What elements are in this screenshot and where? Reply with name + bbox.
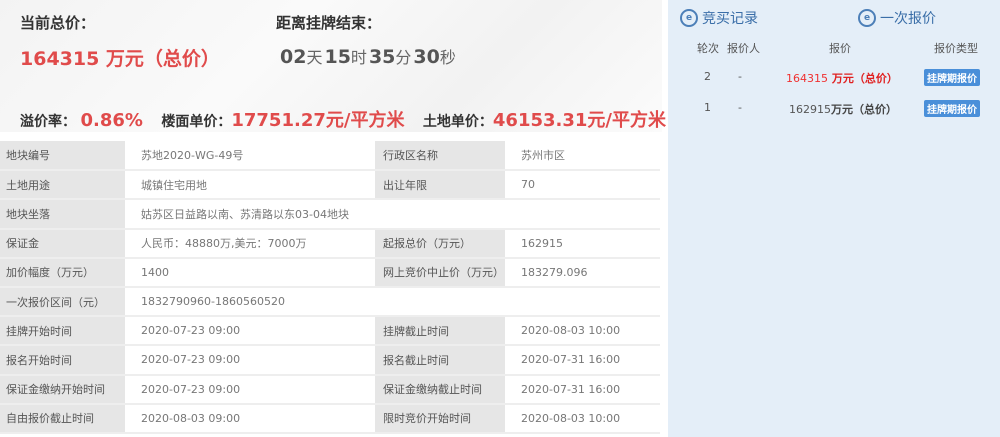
field-value: 2020-07-23 09:00 <box>125 316 375 347</box>
detail-table: 地块编号 苏地2020-WG-49号 行政区名称 苏州市区 土地用途 城镇住宅用地 出让年限… <box>0 141 660 434</box>
bid-type-badge: 挂牌期报价 <box>924 69 980 86</box>
floor-price-label: 楼面单价： <box>161 114 232 130</box>
minutes: 35 <box>368 46 396 68</box>
countdown: 02天 15时 35分 30秒 <box>280 44 458 68</box>
bid-unit: 万元（总价） <box>828 72 898 85</box>
bid-amount: 162915 <box>789 103 831 116</box>
field-value: 1400 <box>125 257 375 288</box>
field-label: 报名截止时间 <box>375 345 505 376</box>
header-bidder: 报价人 <box>727 42 760 55</box>
premium-label: 溢价率： <box>20 114 76 130</box>
days-unit: 天 <box>306 48 323 67</box>
seconds: 30 <box>413 46 440 68</box>
premium-value: 0.86% <box>80 110 143 131</box>
minutes-unit: 分 <box>395 48 412 67</box>
field-label: 保证金缴纳截止时间 <box>375 374 505 405</box>
floor-price-value: 17751.27元/平方米 <box>231 110 405 131</box>
round: 2 <box>704 70 711 83</box>
field-value: 城镇住宅用地 <box>125 170 375 201</box>
tab-bid-records[interactable]: e 竞买记录 <box>680 8 758 28</box>
field-value: 2020-07-23 09:00 <box>125 345 375 376</box>
land-price-value: 46153.31元/平方米 <box>492 110 666 131</box>
field-label: 保证金 <box>0 228 125 259</box>
field-value: 姑苏区日益路以南、苏清路以东03-04地块 <box>125 199 660 230</box>
price-summary: 当前总价： 164315 万元（总价） 距离挂牌结束： 02天 15时 35分 30秒… <box>0 0 666 132</box>
header-price: 报价 <box>829 42 851 55</box>
field-label: 土地用途 <box>0 170 125 201</box>
field-value: 162915 <box>505 228 660 259</box>
header-type: 报价类型 <box>934 42 978 55</box>
seconds-unit: 秒 <box>439 48 456 67</box>
bid-amount: 164315 <box>786 72 828 85</box>
hours-unit: 时 <box>350 48 367 67</box>
bid-unit: 万元（总价） <box>831 103 897 116</box>
field-label: 行政区名称 <box>375 141 505 172</box>
table-row: 保证金缴纳开始时间 2020-07-23 09:00 保证金缴纳截止时间 2020-0… <box>0 374 660 405</box>
field-value: 苏地2020-WG-49号 <box>125 141 375 172</box>
table-row: 加价幅度（万元） 1400 网上竞价中止价（万元） 183279.096 <box>0 257 660 288</box>
field-label: 地块坐落 <box>0 199 125 230</box>
bidder: - <box>738 70 742 83</box>
field-value: 苏州市区 <box>505 141 660 172</box>
price-stats: 溢价率： 0.86% 楼面单价：17751.27元/平方米 土地单价：46153… <box>20 106 680 132</box>
field-value: 183279.096 <box>505 257 660 288</box>
table-row: 地块编号 苏地2020-WG-49号 行政区名称 苏州市区 <box>0 141 660 172</box>
field-label: 一次报价区间（元） <box>0 286 125 318</box>
field-label: 挂牌开始时间 <box>0 316 125 347</box>
field-label: 出让年限 <box>375 170 505 201</box>
table-row: 自由报价截止时间 2020-08-03 09:00 限时竞价开始时间 2020-08-… <box>0 403 660 434</box>
field-label: 限时竞价开始时间 <box>375 403 505 434</box>
tab-label: 一次报价 <box>880 11 936 27</box>
field-value: 1832790960-1860560520 <box>125 286 660 318</box>
field-value: 2020-08-03 10:00 <box>505 403 660 434</box>
bidder: - <box>738 101 742 114</box>
land-price-label: 土地单价： <box>422 114 493 130</box>
land-detail-panel: 当前总价： 164315 万元（总价） 距离挂牌结束： 02天 15时 35分 30秒… <box>0 0 666 437</box>
header-round: 轮次 <box>697 42 719 55</box>
field-value: 70 <box>505 170 660 201</box>
field-value: 2020-07-23 09:00 <box>125 374 375 405</box>
table-row: 土地用途 城镇住宅用地 出让年限 70 <box>0 170 660 201</box>
tab-label: 竞买记录 <box>702 11 758 27</box>
record-icon: e <box>680 9 698 27</box>
bid-type-badge: 挂牌期报价 <box>924 100 980 117</box>
tab-one-time-bid[interactable]: e 一次报价 <box>858 8 936 28</box>
field-label: 起报总价（万元） <box>375 228 505 259</box>
field-label: 挂牌截止时间 <box>375 316 505 347</box>
record-icon: e <box>858 9 876 27</box>
countdown-label: 距离挂牌结束： <box>276 14 382 32</box>
field-value: 2020-08-03 10:00 <box>505 316 660 347</box>
table-row: 一次报价区间（元） 1832790960-1860560520 <box>0 286 660 318</box>
current-price: 164315 万元（总价） <box>20 48 220 70</box>
field-value: 2020-07-31 16:00 <box>505 345 660 376</box>
field-label: 自由报价截止时间 <box>0 403 125 434</box>
field-value: 2020-07-31 16:00 <box>505 374 660 405</box>
field-label: 加价幅度（万元） <box>0 257 125 288</box>
table-row: 报名开始时间 2020-07-23 09:00 报名截止时间 2020-07-31 1… <box>0 345 660 376</box>
table-row: 地块坐落 姑苏区日益路以南、苏清路以东03-04地块 <box>0 199 660 230</box>
field-label: 网上竞价中止价（万元） <box>375 257 505 288</box>
bid-price: 164315 万元（总价） <box>786 70 898 86</box>
hours: 15 <box>324 46 351 68</box>
field-value: 人民币：48880万,美元：7000万 <box>125 228 375 259</box>
field-label: 报名开始时间 <box>0 345 125 376</box>
bid-records-panel: e 竞买记录 e 一次报价 轮次 报价人 报价 报价类型 2 - 164315 万元… <box>668 0 1000 437</box>
bid-price: 162915万元（总价） <box>789 101 897 117</box>
round: 1 <box>704 101 711 114</box>
current-price-label: 当前总价： <box>20 14 96 32</box>
days: 02 <box>280 46 307 68</box>
table-row: 挂牌开始时间 2020-07-23 09:00 挂牌截止时间 2020-08-03 1… <box>0 316 660 347</box>
field-value: 2020-08-03 09:00 <box>125 403 375 434</box>
table-row: 保证金 人民币：48880万,美元：7000万 起报总价（万元） 162915 <box>0 228 660 259</box>
field-label: 地块编号 <box>0 141 125 172</box>
field-label: 保证金缴纳开始时间 <box>0 374 125 405</box>
